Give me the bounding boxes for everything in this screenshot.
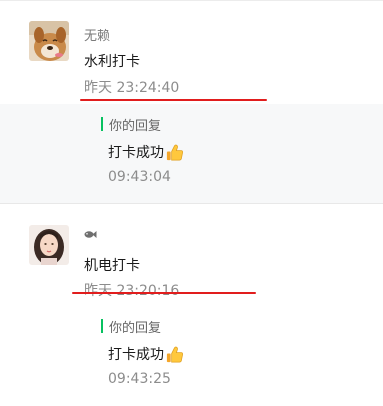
reply-text: 打卡成功 xyxy=(108,145,164,161)
dog-avatar[interactable] xyxy=(29,21,69,61)
message-content: 水利打卡 xyxy=(84,54,140,70)
red-underline-annotation xyxy=(72,292,256,294)
reply-indicator-bar xyxy=(101,319,103,333)
message-timestamp: 昨天 23:24:40 xyxy=(84,80,180,96)
reply-indicator-bar xyxy=(101,117,103,131)
red-underline-annotation xyxy=(80,99,267,101)
fish-icon xyxy=(84,228,97,238)
message-timestamp: 昨天 23:20:16 xyxy=(84,283,180,299)
message-item: 无赖 水利打卡 昨天 23:24:40 xyxy=(0,1,383,103)
reply-time: 09:43:25 xyxy=(108,371,171,387)
author-name[interactable] xyxy=(84,228,97,243)
reply-panel: 你的回复 打卡成功 09:43:04 xyxy=(0,104,383,204)
reply-label: 你的回复 xyxy=(109,118,162,134)
message-content: 机电打卡 xyxy=(84,258,140,274)
reply-panel: 你的回复 打卡成功 09:43:25 xyxy=(0,313,383,406)
reply-label: 你的回复 xyxy=(109,320,162,336)
author-name[interactable]: 无赖 xyxy=(84,25,110,44)
girl-avatar[interactable] xyxy=(29,225,69,265)
thumbs-up-icon xyxy=(165,143,184,162)
reply-text: 打卡成功 xyxy=(108,347,164,363)
reply-time: 09:43:04 xyxy=(108,169,171,185)
thumbs-up-icon xyxy=(165,345,184,364)
